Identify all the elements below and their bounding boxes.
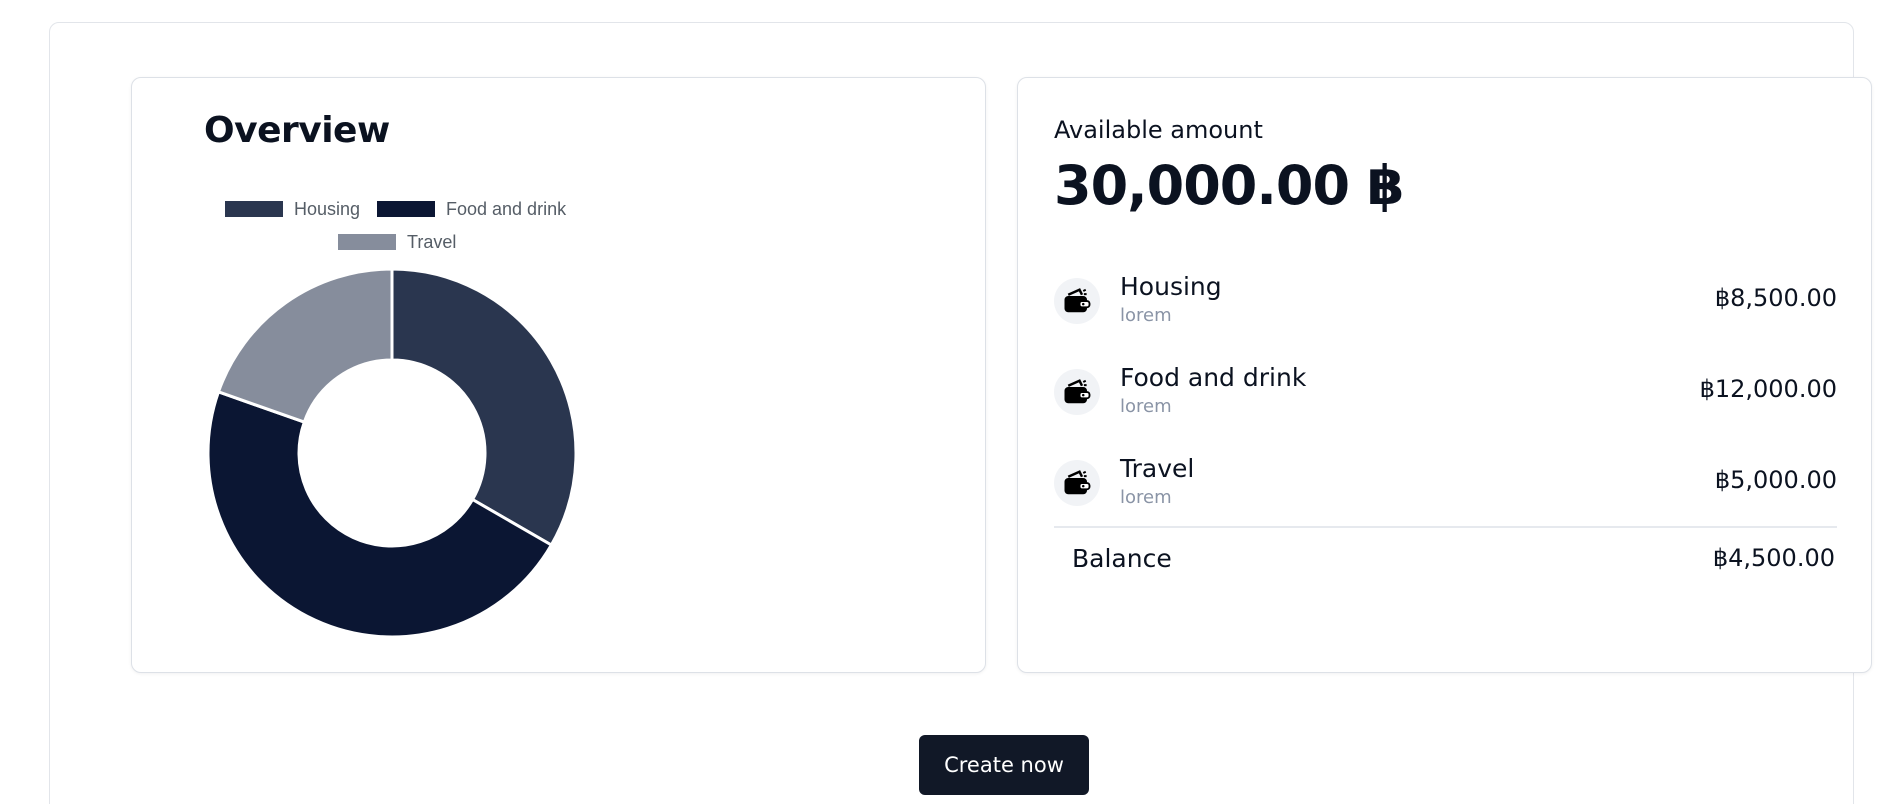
category-row-travel: Travel lorem ฿5,000.00 [1054,454,1837,514]
category-name: Travel [1120,454,1195,483]
main-panel: Overview Housing Food and drink Travel A… [49,22,1872,804]
category-amount: ฿8,500.00 [1714,284,1837,312]
category-row-food-and-drink: Food and drink lorem ฿12,000.00 [1054,363,1837,423]
legend-label-housing: Housing [294,198,361,219]
legend-swatch-travel [338,234,396,250]
category-row-housing: Housing lorem ฿8,500.00 [1054,272,1837,332]
legend-item-travel[interactable]: Travel [338,231,456,253]
donut-slice-travel[interactable] [216,268,394,425]
wallet-icon [1054,278,1100,324]
legend-item-food-and-drink[interactable]: Food and drink [377,198,566,220]
overview-card: Overview Housing Food and drink Travel [131,77,986,673]
category-subtitle: lorem [1120,305,1172,326]
category-name: Housing [1120,272,1222,301]
category-subtitle: lorem [1120,487,1172,508]
donut-chart [207,268,577,638]
balance-label: Balance [1072,544,1172,573]
wallet-icon [1054,460,1100,506]
summary-card: Available amount 30,000.00 ฿ Housing lor… [1017,77,1872,673]
overview-title: Overview [204,110,390,151]
wallet-icon [1054,369,1100,415]
category-amount: ฿5,000.00 [1714,466,1837,494]
category-subtitle: lorem [1120,396,1172,417]
balance-divider [1054,526,1837,528]
legend-swatch-housing [225,201,283,217]
category-name: Food and drink [1120,363,1307,392]
donut-slice-housing[interactable] [390,268,577,548]
available-amount-label: Available amount [1054,116,1263,144]
category-amount: ฿12,000.00 [1699,375,1837,403]
legend-label-food-and-drink: Food and drink [446,198,567,219]
available-amount-value: 30,000.00 ฿ [1054,154,1404,217]
create-now-button[interactable]: Create now [919,735,1089,795]
legend-label-travel: Travel [407,231,457,252]
legend-swatch-food-and-drink [377,201,435,217]
balance-amount: ฿4,500.00 [1712,544,1835,572]
legend-item-housing[interactable]: Housing [225,198,360,220]
